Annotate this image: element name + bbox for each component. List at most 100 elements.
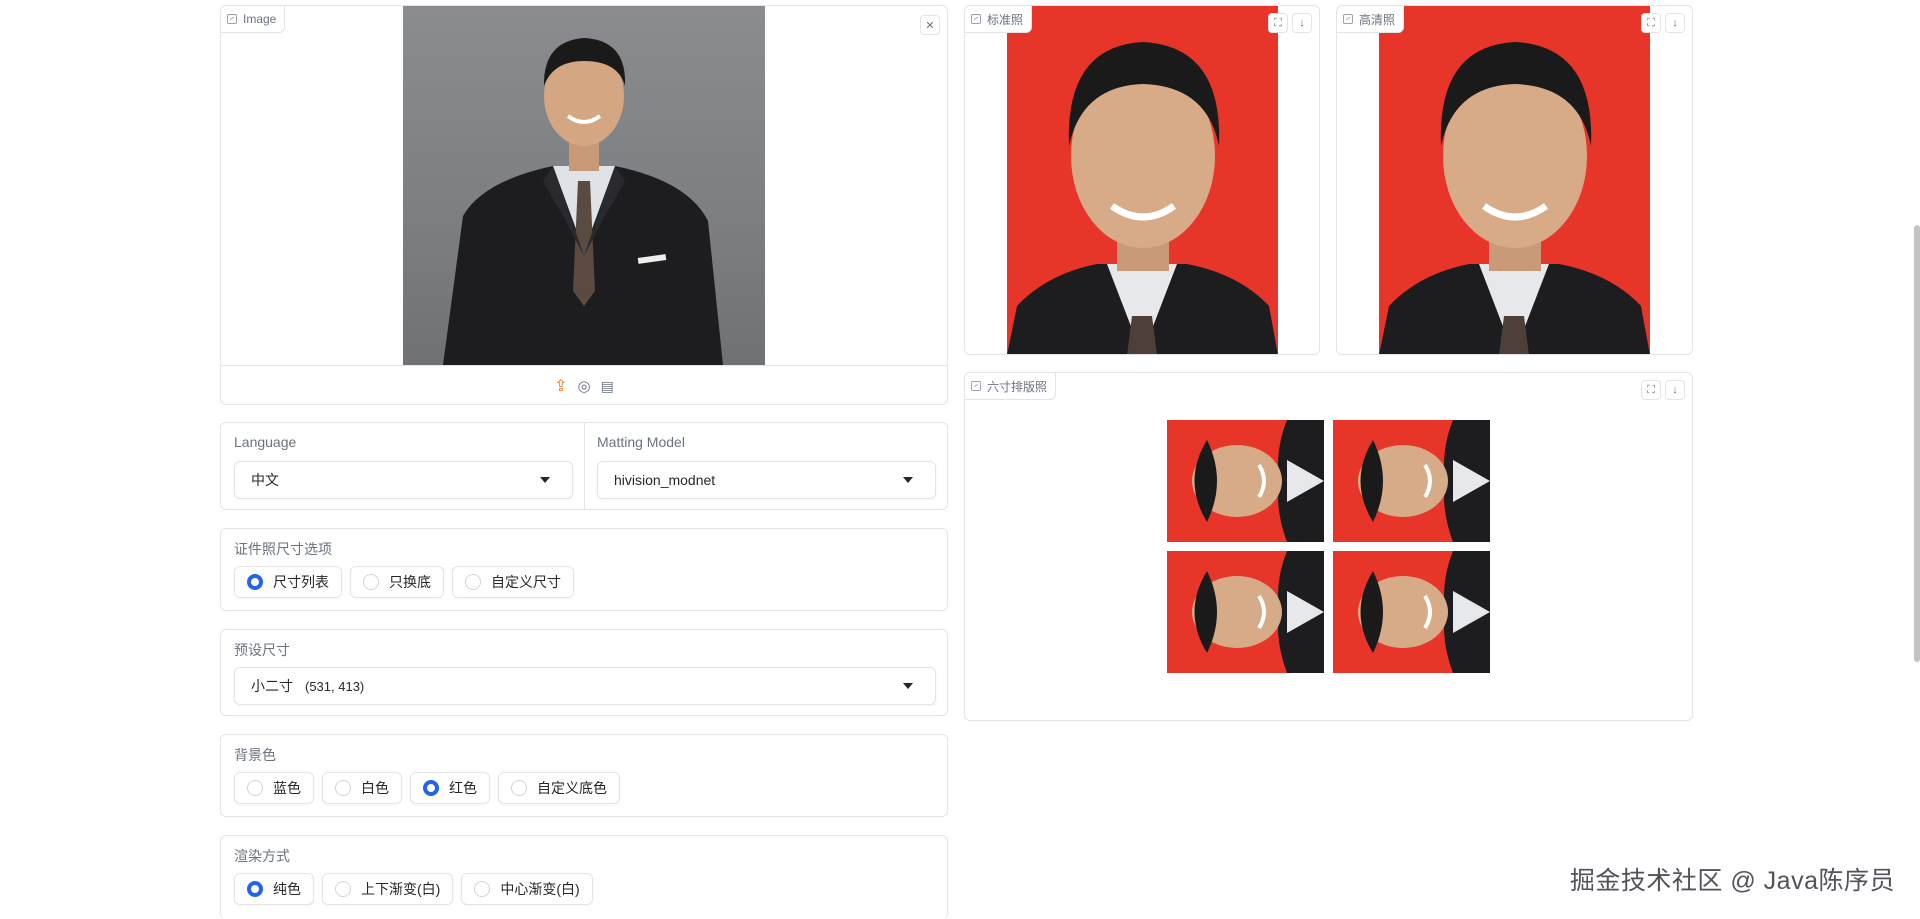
radio-label: 上下渐变(白) (361, 881, 441, 897)
bg-color-white[interactable]: 白色 (322, 772, 402, 804)
preset-size-name: 小二寸 (251, 678, 293, 694)
radio-label: 中心渐变(白) (500, 881, 580, 897)
radio-label: 纯色 (273, 881, 301, 897)
image-icon (971, 14, 981, 24)
download-button[interactable]: ↓ (1292, 13, 1312, 33)
fullscreen-icon: ⛶ (1647, 383, 1655, 396)
size-option-group: 尺寸列表 只换底 自定义尺寸 (234, 566, 574, 598)
matting-model-value: hivision_modnet (614, 472, 716, 488)
uploaded-photo (403, 6, 765, 365)
fullscreen-button[interactable]: ⛶ (1641, 380, 1661, 400)
standard-photo-panel: 标准照 ⛶ ↓ (964, 5, 1320, 355)
fullscreen-button[interactable]: ⛶ (1268, 13, 1288, 33)
matting-model-select[interactable]: hivision_modnet (597, 461, 936, 499)
image-input-label: Image (243, 12, 277, 26)
webcam-icon[interactable]: ◎ (578, 377, 591, 395)
close-button[interactable]: ✕ (920, 15, 940, 35)
radio-label: 尺寸列表 (273, 574, 329, 590)
background-color-panel: 背景色 蓝色 白色 红色 自定义底色 (220, 734, 948, 817)
layout-photo-label: 六寸排版照 (987, 379, 1048, 394)
download-icon: ↓ (1672, 17, 1678, 29)
download-icon: ↓ (1299, 17, 1305, 29)
close-icon: ✕ (925, 19, 935, 32)
preset-size-panel: 预设尺寸 小二寸 (531, 413) (220, 629, 948, 716)
standard-photo-image (1007, 6, 1278, 354)
size-option-label: 证件照尺寸选项 (234, 541, 332, 557)
image-source-toolbar: ⇪ ◎ ▤ (221, 371, 947, 401)
fullscreen-icon: ⛶ (1647, 16, 1655, 29)
background-color-label: 背景色 (234, 747, 276, 763)
layout-photo-tile (1167, 551, 1324, 673)
image-icon (971, 381, 981, 391)
bg-color-red[interactable]: 红色 (410, 772, 490, 804)
image-icon (1343, 14, 1353, 24)
layout-photo-tile (1167, 420, 1324, 542)
id-photo-figure (1007, 42, 1278, 354)
layout-photo-tile (1333, 420, 1490, 542)
preset-size-select[interactable]: 小二寸 (531, 413) (234, 667, 936, 705)
render-mode-label: 渲染方式 (234, 848, 290, 864)
standard-photo-label: 标准照 (987, 12, 1024, 27)
radio-dot (335, 780, 351, 796)
hd-photo-image (1379, 6, 1650, 354)
watermark: 掘金技术社区 @ Java陈序员 (1569, 867, 1895, 895)
radio-dot (247, 574, 263, 590)
background-color-group: 蓝色 白色 红色 自定义底色 (234, 772, 620, 804)
preset-size-dims: (531, 413) (305, 678, 365, 694)
image-input-panel: Image ✕ ⇪ ◎ ▤ (220, 5, 948, 405)
portrait-figure (443, 38, 723, 365)
radio-dot (247, 881, 263, 897)
upload-icon[interactable]: ⇪ (554, 376, 567, 396)
radio-dot (511, 780, 527, 796)
layout-photo-grid (1167, 420, 1490, 674)
layout-photo-tile (1333, 551, 1490, 673)
chevron-down-icon (540, 477, 550, 483)
chevron-down-icon (903, 683, 913, 689)
matting-model-label: Matting Model (597, 434, 685, 450)
fullscreen-button[interactable]: ⛶ (1641, 13, 1661, 33)
radio-label: 自定义尺寸 (491, 574, 561, 590)
radio-label: 自定义底色 (537, 780, 607, 796)
radio-dot (335, 881, 351, 897)
download-button[interactable]: ↓ (1665, 13, 1685, 33)
layout-photo-panel: 六寸排版照 ⛶ ↓ (964, 372, 1693, 721)
bg-color-custom[interactable]: 自定义底色 (498, 772, 620, 804)
chevron-down-icon (903, 477, 913, 483)
radio-dot (474, 881, 491, 897)
standard-photo-tag: 标准照 (965, 6, 1033, 33)
fullscreen-icon: ⛶ (1274, 16, 1282, 29)
bg-color-blue[interactable]: 蓝色 (234, 772, 314, 804)
hd-photo-tag: 高清照 (1337, 6, 1405, 33)
size-option-bg-only[interactable]: 只换底 (350, 566, 444, 598)
render-mode-panel: 渲染方式 纯色 上下渐变(白) 中心渐变(白) (220, 835, 948, 919)
language-select[interactable]: 中文 (234, 461, 573, 499)
radio-dot (363, 574, 379, 590)
size-option-panel: 证件照尺寸选项 尺寸列表 只换底 自定义尺寸 (220, 528, 948, 611)
radio-label: 白色 (361, 780, 389, 796)
radio-label: 红色 (449, 780, 477, 796)
radio-label: 蓝色 (273, 780, 301, 796)
download-icon: ↓ (1672, 384, 1678, 396)
clipboard-icon[interactable]: ▤ (601, 378, 614, 395)
download-button[interactable]: ↓ (1665, 380, 1685, 400)
layout-photo-tag: 六寸排版照 (965, 373, 1057, 400)
render-mode-group: 纯色 上下渐变(白) 中心渐变(白) (234, 873, 593, 905)
radio-dot (465, 574, 481, 590)
language-value: 中文 (251, 472, 279, 488)
size-option-custom[interactable]: 自定义尺寸 (452, 566, 574, 598)
model-settings-panel: Language 中文 Matting Model hivision_modne… (220, 422, 948, 510)
render-vertical-gradient[interactable]: 上下渐变(白) (322, 873, 454, 905)
image-icon (227, 14, 237, 24)
render-center-gradient[interactable]: 中心渐变(白) (461, 873, 593, 905)
language-label: Language (234, 434, 297, 450)
image-input-tag: Image (221, 6, 286, 33)
radio-dot (423, 780, 439, 796)
id-photo-figure (1379, 42, 1650, 354)
preset-size-label: 预设尺寸 (234, 642, 290, 658)
page-scrollbar[interactable] (1914, 225, 1920, 662)
hd-photo-label: 高清照 (1359, 12, 1396, 27)
size-option-list[interactable]: 尺寸列表 (234, 566, 342, 598)
render-solid[interactable]: 纯色 (234, 873, 314, 905)
radio-dot (247, 780, 263, 796)
radio-label: 只换底 (389, 574, 431, 590)
